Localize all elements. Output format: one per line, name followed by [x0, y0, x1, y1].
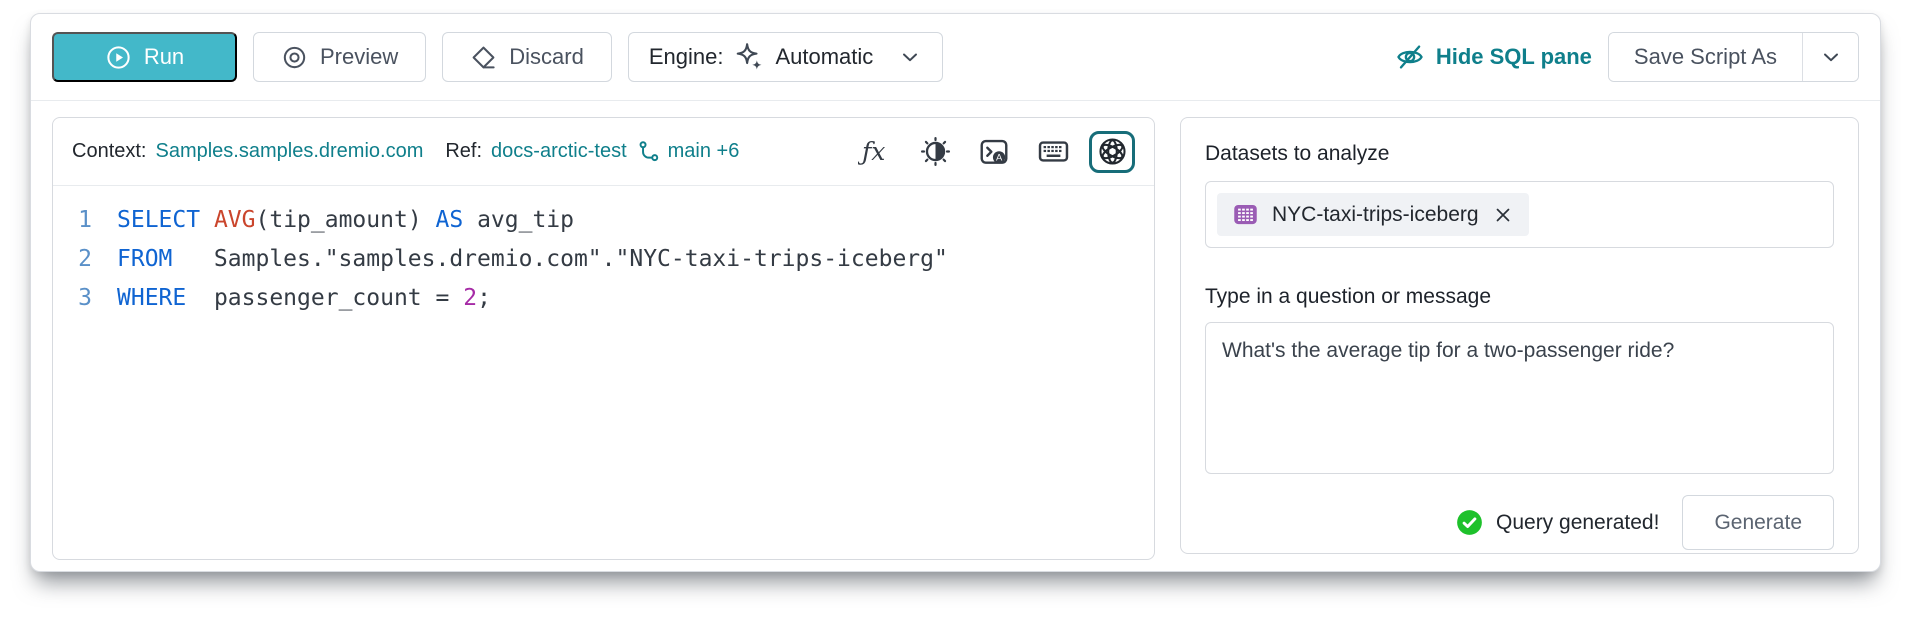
run-button-label: Run — [143, 44, 185, 69]
dataset-chip[interactable]: NYC-taxi-trips-iceberg — [1217, 193, 1529, 236]
code-text: FROM Samples."samples.dremio.com"."NYC-t… — [117, 246, 948, 272]
context-label: Context: — [72, 140, 147, 162]
keyboard-shortcuts-button[interactable] — [1030, 131, 1076, 173]
terminal-autocomplete-icon: A — [978, 136, 1010, 168]
context-value-link[interactable]: Samples.samples.dremio.com — [155, 140, 423, 163]
code-text: SELECT AVG(tip_amount) AS avg_tip — [117, 207, 574, 233]
code-line[interactable]: 2 FROM Samples."samples.dremio.com"."NYC-… — [53, 240, 1154, 279]
question-input[interactable]: What's the average tip for a two-passeng… — [1206, 323, 1833, 473]
code-line[interactable]: 1 SELECT AVG(tip_amount) AS avg_tip — [53, 201, 1154, 240]
discard-button[interactable]: Discard — [442, 32, 612, 82]
theme-contrast-button[interactable] — [912, 131, 958, 173]
preview-button-label: Preview — [320, 44, 399, 69]
editor-icon-group: ƒx A — [853, 130, 1135, 173]
ref-value-link[interactable]: docs-arctic-test — [491, 140, 627, 163]
preview-icon — [281, 44, 308, 71]
save-script-split-button: Save Script As — [1607, 32, 1859, 82]
svg-text:ƒx: ƒx — [858, 137, 885, 166]
discard-button-label: Discard — [509, 44, 584, 69]
generation-status: Query generated! — [1456, 509, 1659, 536]
datasets-input[interactable]: NYC-taxi-trips-iceberg — [1205, 181, 1834, 248]
discard-eraser-icon — [470, 44, 497, 71]
datasets-heading: Datasets to analyze — [1205, 142, 1390, 165]
preview-button[interactable]: Preview — [253, 32, 427, 82]
generate-button[interactable]: Generate — [1682, 495, 1834, 550]
question-input-wrapper: What's the average tip for a two-passeng… — [1205, 322, 1834, 474]
content-area: Context: Samples.samples.dremio.com Ref:… — [31, 101, 1880, 560]
line-number: 2 — [78, 246, 92, 272]
ai-assistant-toggle-button[interactable] — [1089, 130, 1135, 173]
line-number: 3 — [78, 285, 92, 311]
play-circle-icon — [105, 44, 132, 71]
sql-editor-pane: Context: Samples.samples.dremio.com Ref:… — [52, 117, 1155, 560]
code-text: WHERE passenger_count = 2; — [117, 285, 491, 311]
sql-runner-window: Run Preview Discard Engine: Automatic Hi… — [30, 13, 1881, 572]
code-lines: 1 SELECT AVG(tip_amount) AS avg_tip 2 FROM … — [53, 201, 1154, 318]
rosette-ai-icon — [1097, 136, 1128, 167]
toolbar: Run Preview Discard Engine: Automatic Hi… — [31, 14, 1880, 101]
autocomplete-button[interactable]: A — [971, 131, 1017, 173]
dataset-table-icon — [1232, 201, 1259, 228]
save-script-as-label: Save Script As — [1633, 44, 1777, 69]
engine-value: Automatic — [775, 44, 874, 69]
editor-context-bar: Context: Samples.samples.dremio.com Ref:… — [53, 118, 1154, 186]
ref-label: Ref: — [445, 140, 483, 162]
assistant-footer: Query generated! Generate — [1205, 495, 1834, 550]
run-button[interactable]: Run — [52, 32, 237, 82]
fx-icon: ƒx — [858, 136, 894, 168]
generate-button-label: Generate — [1714, 510, 1802, 534]
ai-assistant-panel: Datasets to analyze NYC-taxi-trips-icebe… — [1180, 117, 1859, 554]
hide-sql-pane-label: Hide SQL pane — [1435, 44, 1592, 69]
functions-button[interactable]: ƒx — [853, 131, 899, 173]
contrast-icon — [920, 136, 951, 167]
chevron-down-icon — [1819, 45, 1843, 69]
branch-selector[interactable]: main +6 — [636, 139, 740, 165]
chevron-down-icon — [898, 45, 922, 69]
hide-sql-pane-link[interactable]: Hide SQL pane — [1395, 42, 1592, 72]
save-script-menu-button[interactable] — [1803, 33, 1858, 81]
svg-text:A: A — [996, 152, 1003, 162]
engine-selector[interactable]: Engine: Automatic — [627, 32, 944, 82]
sql-editor[interactable]: 1 SELECT AVG(tip_amount) AS avg_tip 2 FROM … — [53, 186, 1154, 333]
branch-label: main +6 — [667, 140, 740, 162]
eye-off-icon — [1395, 42, 1425, 72]
git-branch-icon — [636, 139, 662, 165]
line-number: 1 — [78, 207, 92, 233]
sparkle-icon — [734, 42, 764, 72]
check-circle-icon — [1456, 509, 1483, 536]
save-script-as-button[interactable]: Save Script As — [1608, 33, 1802, 81]
generation-status-label: Query generated! — [1496, 510, 1660, 534]
close-icon[interactable] — [1492, 204, 1514, 226]
question-heading: Type in a question or message — [1205, 285, 1492, 308]
keyboard-icon — [1037, 135, 1070, 168]
engine-label: Engine: — [648, 44, 724, 69]
code-line[interactable]: 3 WHERE passenger_count = 2; — [53, 279, 1154, 318]
dataset-chip-label: NYC-taxi-trips-iceberg — [1272, 202, 1479, 226]
